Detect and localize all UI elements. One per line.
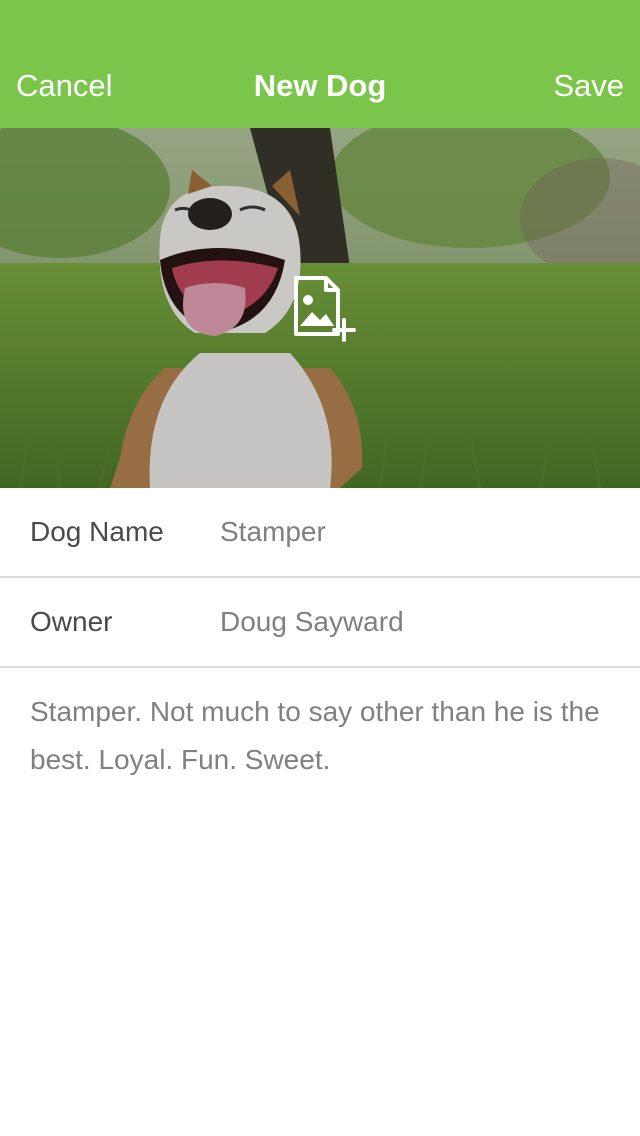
cancel-button[interactable]: Cancel (16, 64, 113, 108)
dog-photo[interactable] (0, 128, 640, 488)
new-dog-screen: Cancel New Dog Save Dog Name Stamper Own… (0, 0, 640, 1136)
owner-row: Owner (0, 578, 640, 668)
notes-field[interactable]: Stamper. Not much to say other than he i… (30, 688, 610, 1088)
navigation-bar: Cancel New Dog Save (0, 0, 640, 128)
dog-name-field[interactable] (220, 510, 620, 554)
add-image-icon[interactable] (290, 276, 362, 344)
save-button[interactable]: Save (553, 64, 624, 108)
dog-name-label: Dog Name (30, 516, 164, 547)
dog-name-row: Dog Name (0, 488, 640, 578)
owner-field[interactable] (220, 600, 620, 644)
owner-label: Owner (30, 606, 113, 637)
